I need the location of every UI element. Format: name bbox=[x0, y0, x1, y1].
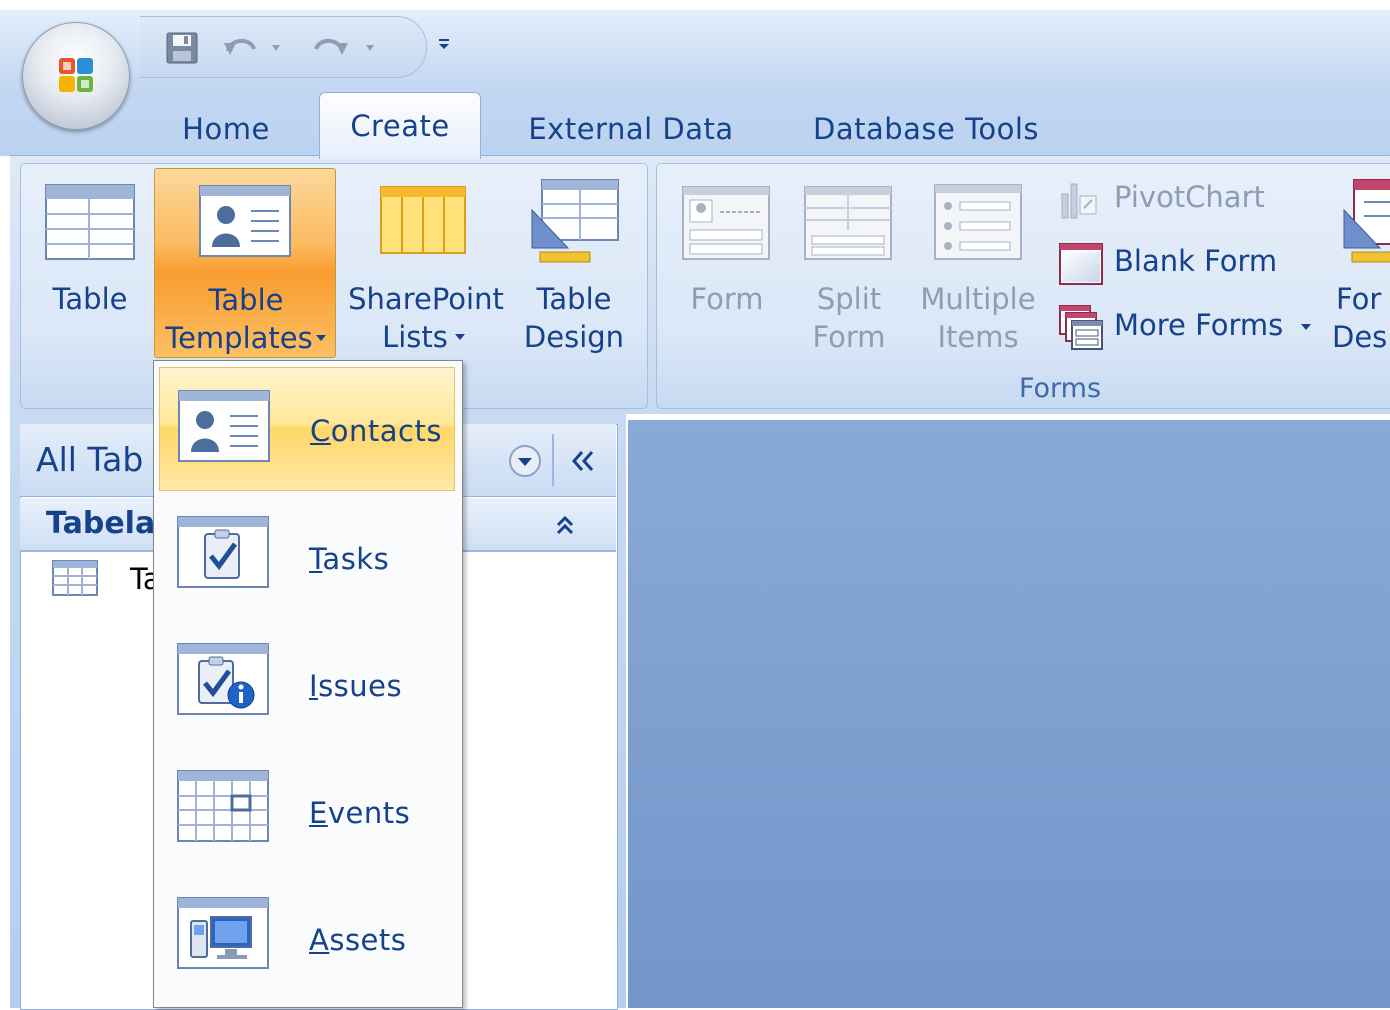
navigation-pane-title: All Tab bbox=[36, 440, 144, 479]
table-icon bbox=[45, 184, 135, 260]
sharepoint-lists-label-line1: SharePoint bbox=[348, 282, 504, 316]
form-design-label-line1: For bbox=[1336, 282, 1382, 316]
menu-item-contacts[interactable]: Contacts bbox=[159, 367, 455, 491]
collapse-pane-icon[interactable] bbox=[568, 448, 596, 474]
multiple-items-label-line2: Items bbox=[937, 320, 1019, 354]
header-divider bbox=[552, 434, 554, 486]
pivotchart-button[interactable]: PivotChart bbox=[1056, 176, 1326, 224]
table-button[interactable]: Table bbox=[30, 172, 150, 362]
blank-form-button[interactable]: Blank Form bbox=[1056, 240, 1326, 288]
office-button[interactable] bbox=[22, 22, 130, 130]
form-label: Form bbox=[690, 282, 764, 316]
blank-form-label: Blank Form bbox=[1114, 244, 1278, 278]
sharepoint-lists-label-line2: Lists bbox=[382, 320, 448, 354]
pivotchart-label: PivotChart bbox=[1114, 180, 1265, 214]
more-forms-label: More Forms bbox=[1114, 308, 1284, 342]
table-icon bbox=[52, 560, 98, 596]
table-design-icon bbox=[531, 179, 619, 263]
tab-external-data[interactable]: External Data bbox=[520, 102, 742, 156]
menu-item-issues-label: Issues bbox=[309, 669, 403, 703]
tasks-template-icon bbox=[177, 516, 269, 588]
menu-item-tasks-label: Tasks bbox=[309, 542, 390, 576]
redo-icon[interactable] bbox=[308, 31, 384, 65]
menu-item-tasks[interactable]: Tasks bbox=[159, 494, 455, 618]
table-label: Table bbox=[52, 282, 128, 316]
table-design-button[interactable]: Table Design bbox=[514, 172, 634, 362]
chevron-down-icon bbox=[455, 334, 465, 340]
menu-item-assets[interactable]: Assets bbox=[159, 875, 455, 999]
split-form-label-line2: Form bbox=[812, 320, 886, 354]
tab-database-tools[interactable]: Database Tools bbox=[800, 102, 1052, 156]
multiple-items-icon bbox=[934, 184, 1022, 260]
tab-create[interactable]: Create bbox=[319, 92, 481, 159]
workspace-area bbox=[628, 420, 1390, 1008]
menu-item-events[interactable]: Events bbox=[159, 748, 455, 872]
form-design-icon bbox=[1343, 179, 1390, 263]
table-templates-label-line1: Table bbox=[208, 283, 284, 317]
sharepoint-lists-button[interactable]: SharePoint Lists bbox=[340, 172, 512, 362]
chevron-down-icon bbox=[1301, 324, 1311, 330]
contacts-template-icon bbox=[178, 390, 270, 462]
forms-group-label: Forms bbox=[1018, 373, 1102, 404]
multiple-items-button[interactable]: Multiple Items bbox=[912, 172, 1044, 362]
chevron-down-icon bbox=[316, 335, 326, 341]
form-icon bbox=[682, 186, 770, 260]
form-button[interactable]: Form bbox=[672, 172, 782, 362]
split-form-button[interactable]: Split Form bbox=[794, 172, 904, 362]
table-design-label-line2: Design bbox=[523, 320, 625, 354]
sharepoint-list-icon bbox=[380, 186, 466, 254]
assets-template-icon bbox=[177, 897, 269, 969]
quick-access-toolbar bbox=[140, 16, 427, 78]
more-forms-button[interactable]: More Forms bbox=[1056, 302, 1326, 354]
chevron-double-up-icon[interactable] bbox=[552, 512, 578, 538]
blank-form-icon bbox=[1059, 243, 1103, 285]
issues-template-icon bbox=[177, 643, 269, 715]
more-forms-icon bbox=[1059, 305, 1103, 350]
menu-item-assets-label: Assets bbox=[309, 923, 407, 957]
save-icon[interactable] bbox=[162, 31, 202, 65]
split-form-icon bbox=[804, 186, 892, 260]
menu-item-issues[interactable]: Issues bbox=[159, 621, 455, 745]
table-design-label-line1: Table bbox=[536, 282, 612, 316]
menu-item-contacts-label: Contacts bbox=[310, 414, 442, 448]
form-design-button[interactable]: For Des bbox=[1330, 172, 1390, 362]
office-logo-icon bbox=[59, 58, 93, 92]
table-templates-button[interactable]: Table Templates bbox=[154, 168, 336, 358]
events-template-icon bbox=[177, 770, 269, 842]
split-form-label-line1: Split bbox=[816, 282, 882, 316]
customize-qat-icon[interactable] bbox=[437, 36, 451, 50]
undo-icon[interactable] bbox=[220, 31, 290, 65]
dropdown-circle-icon[interactable] bbox=[508, 444, 542, 478]
menu-item-events-label: Events bbox=[309, 796, 411, 830]
pivotchart-icon bbox=[1061, 183, 1097, 219]
contacts-card-icon bbox=[199, 185, 291, 257]
tab-home[interactable]: Home bbox=[168, 102, 284, 156]
form-design-label-line2: Des bbox=[1332, 320, 1388, 354]
table-templates-label-line2: Templates bbox=[165, 321, 313, 355]
table-templates-menu: Contacts Tasks Issues Events Assets bbox=[153, 360, 463, 1008]
nav-group-title: Tabela bbox=[46, 506, 156, 541]
multiple-items-label-line1: Multiple bbox=[920, 282, 1036, 316]
